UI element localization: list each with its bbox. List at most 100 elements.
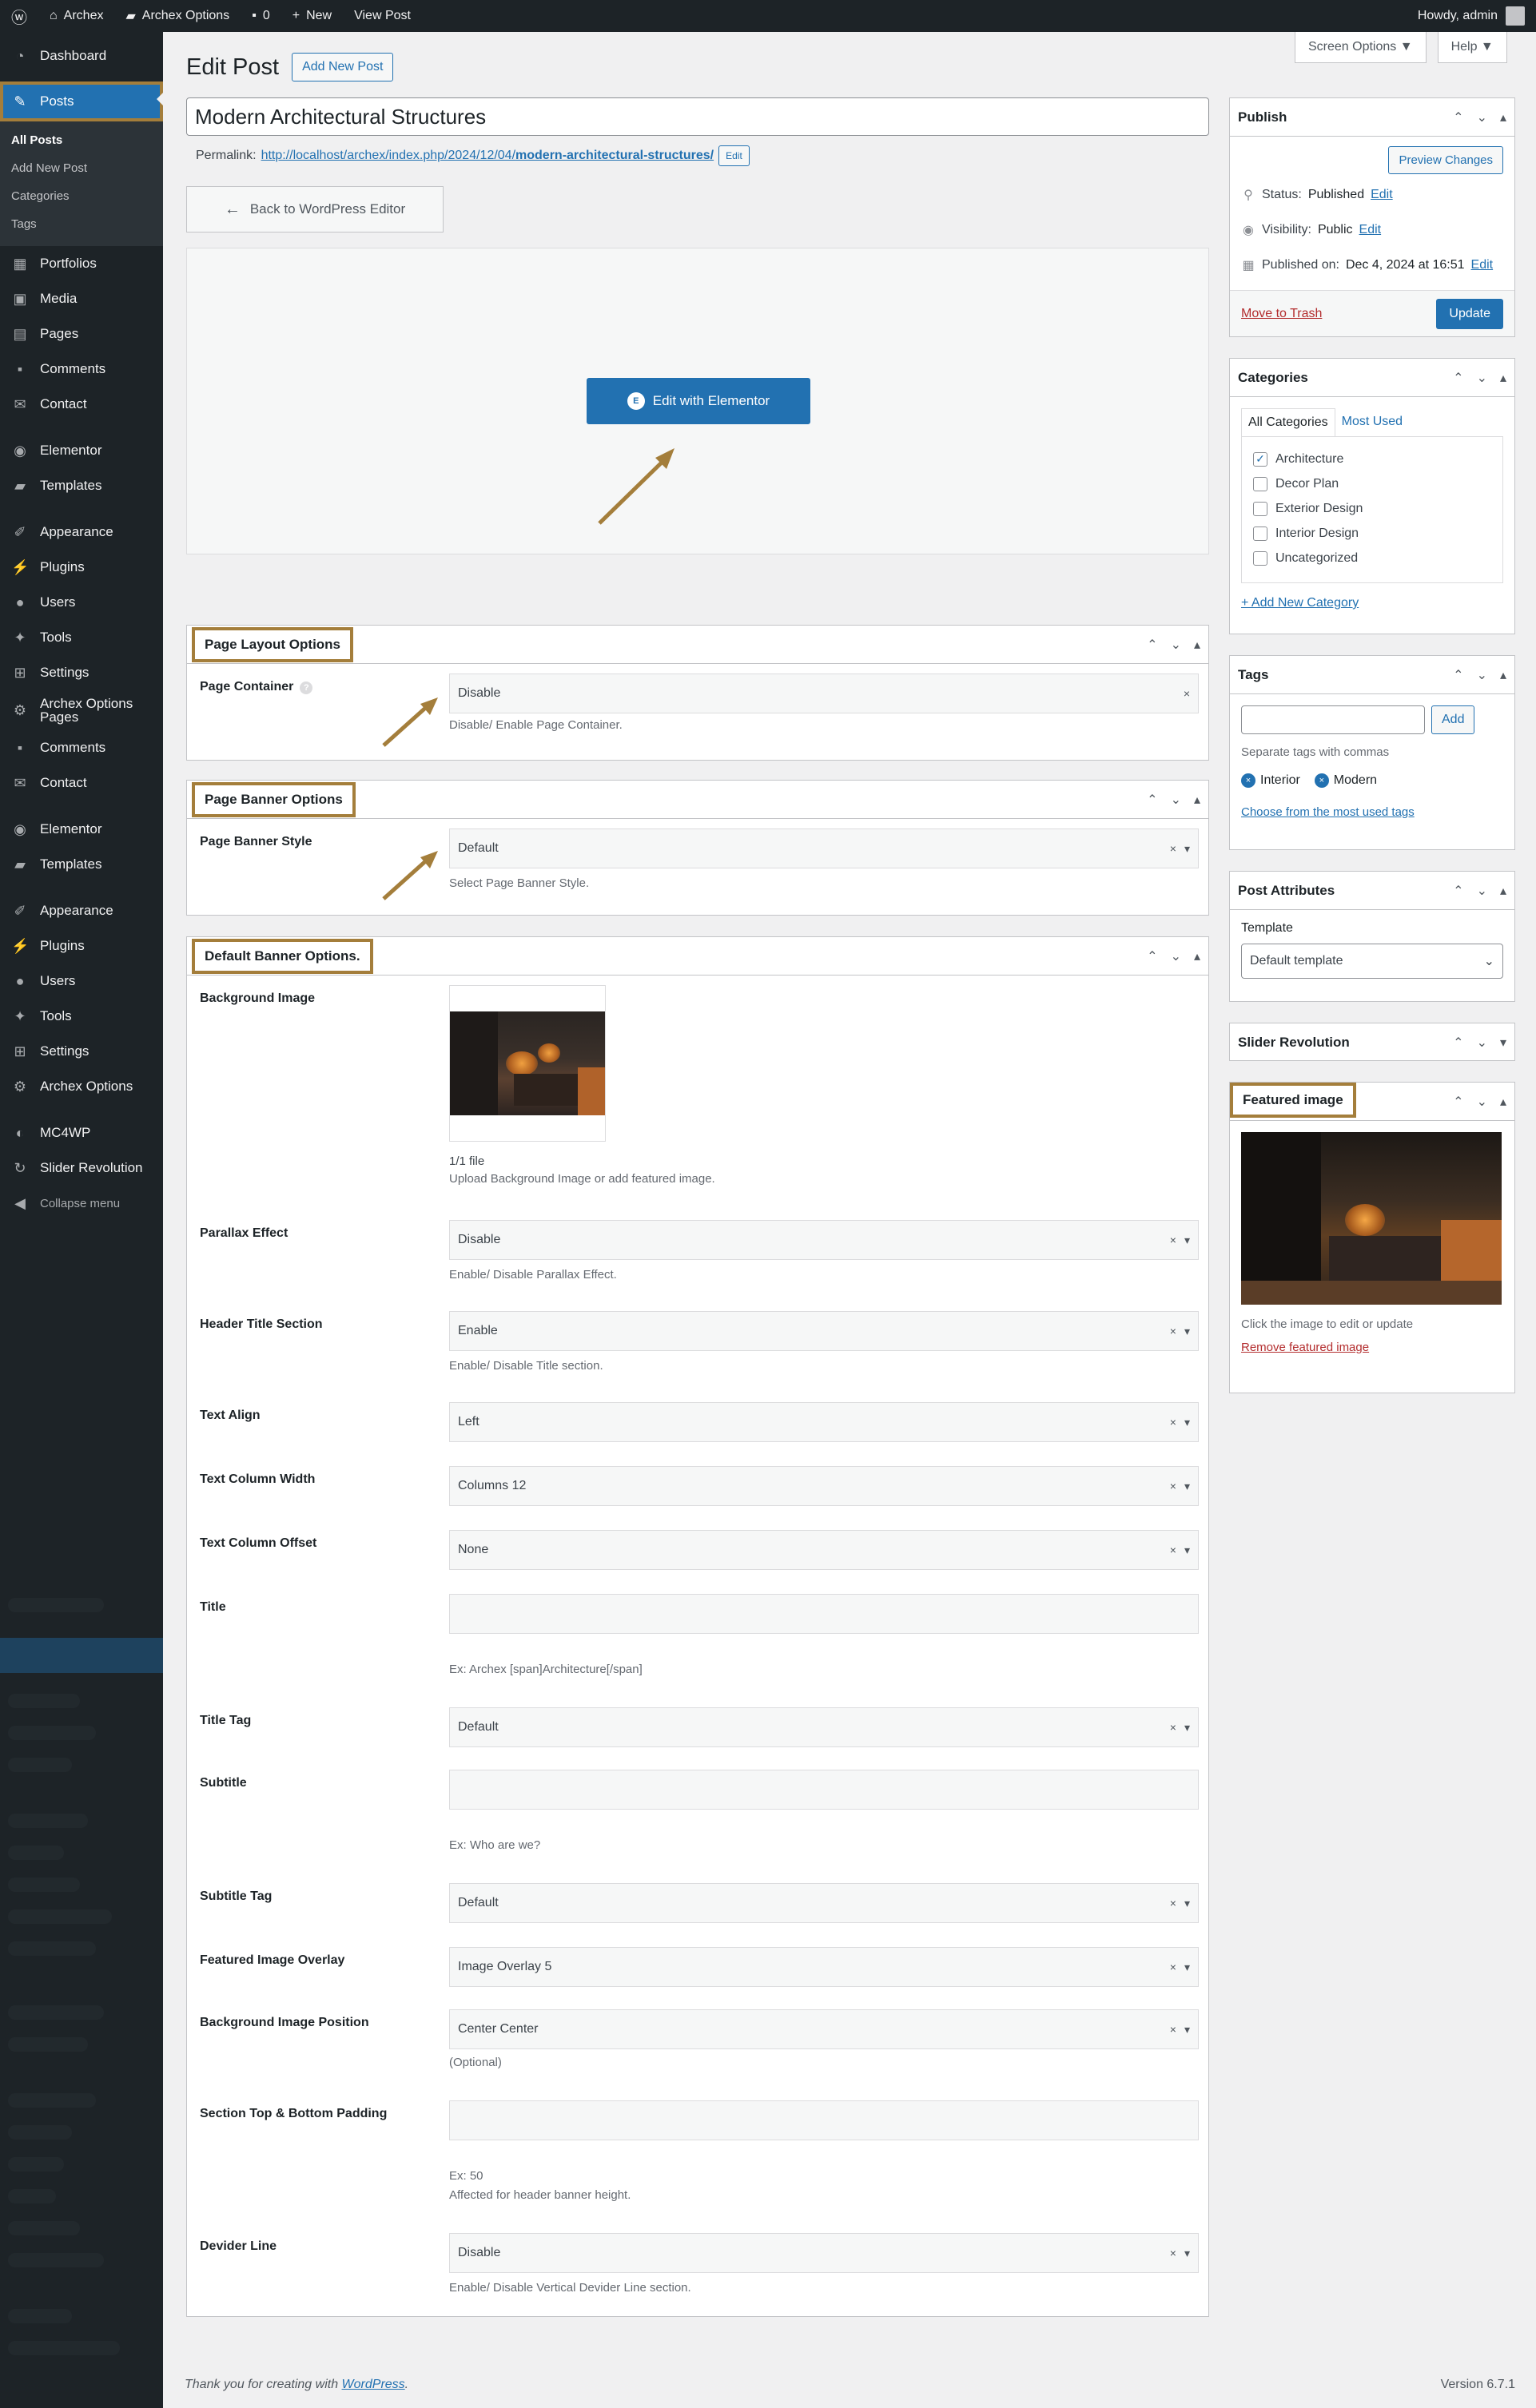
caret-down-icon[interactable]: ▾ (1184, 1897, 1190, 1910)
caret-down-icon[interactable]: ▾ (1184, 2247, 1190, 2260)
menu-posts[interactable]: ✎ Posts (0, 81, 163, 121)
edit-status-link[interactable]: Edit (1371, 188, 1393, 202)
archex-options-link[interactable]: ▰ Archex Options (114, 0, 241, 32)
post-title-input[interactable]: Modern Architectural Structures (186, 97, 1209, 136)
header-title-select[interactable]: Enable × ▾ (449, 1311, 1199, 1351)
chevron-up-icon[interactable]: ⌃ (1453, 883, 1463, 899)
clear-icon[interactable]: × (1170, 842, 1176, 856)
account-menu[interactable]: Howdy, admin (1418, 6, 1536, 26)
remove-featured-image-link[interactable]: Remove featured image (1241, 1341, 1369, 1354)
chevron-up-icon[interactable]: ⌃ (1453, 109, 1463, 125)
menu-media[interactable]: ▣ Media (0, 281, 163, 316)
menu-contact[interactable]: ✉ Contact (0, 387, 163, 422)
wordpress-logo-icon[interactable]: ⓦ (0, 0, 38, 32)
featured-image-thumbnail[interactable] (1241, 1132, 1502, 1305)
menu-plugins-2[interactable]: ⚡ Plugins (0, 928, 163, 964)
submenu-tags[interactable]: Tags (0, 210, 163, 238)
new-content-link[interactable]: + New (281, 0, 343, 32)
clear-icon[interactable]: × (1184, 687, 1190, 700)
tab-all-categories[interactable]: All Categories (1241, 408, 1335, 436)
edit-with-elementor-button[interactable]: E Edit with Elementor (587, 378, 810, 424)
clear-icon[interactable]: × (1170, 2247, 1176, 2260)
menu-users[interactable]: ● Users (0, 585, 163, 620)
help-icon[interactable]: ? (300, 681, 313, 694)
toggle-icon[interactable]: ▾ (1500, 1035, 1506, 1051)
submenu-categories[interactable]: Categories (0, 182, 163, 210)
edit-visibility-link[interactable]: Edit (1359, 223, 1382, 237)
add-new-post-button[interactable]: Add New Post (292, 53, 394, 81)
caret-down-icon[interactable]: ▾ (1184, 1325, 1190, 1338)
category-item[interactable]: Uncategorized (1253, 546, 1491, 570)
toggle-icon[interactable]: ▴ (1500, 1094, 1506, 1110)
permalink-edit-button[interactable]: Edit (718, 145, 750, 166)
chevron-up-icon[interactable]: ⌃ (1147, 948, 1157, 964)
chevron-down-icon[interactable]: ⌄ (1171, 792, 1181, 808)
clear-icon[interactable]: × (1170, 1897, 1176, 1910)
caret-down-icon[interactable]: ▾ (1184, 1961, 1190, 1974)
menu-appearance-2[interactable]: ✐ Appearance (0, 893, 163, 928)
chevron-up-icon[interactable]: ⌃ (1453, 370, 1463, 386)
devider-line-select[interactable]: Disable × ▾ (449, 2233, 1199, 2273)
toggle-icon[interactable]: ▴ (1194, 792, 1200, 808)
wordpress-link[interactable]: WordPress (342, 2378, 405, 2391)
chevron-down-icon[interactable]: ⌄ (1477, 109, 1487, 125)
menu-elementor[interactable]: ◉ Elementor (0, 433, 163, 468)
update-button[interactable]: Update (1436, 298, 1503, 329)
toggle-icon[interactable]: ▴ (1500, 883, 1506, 899)
page-container-select[interactable]: Disable × (449, 674, 1199, 713)
background-image-thumbnail[interactable] (449, 985, 606, 1142)
caret-down-icon[interactable]: ▾ (1184, 1234, 1190, 1247)
submenu-all-posts[interactable]: All Posts (0, 126, 163, 154)
choose-most-used-tags-link[interactable]: Choose from the most used tags (1241, 805, 1415, 819)
submenu-add-new[interactable]: Add New Post (0, 154, 163, 182)
parallax-select[interactable]: Disable × ▾ (449, 1220, 1199, 1260)
edit-date-link[interactable]: Edit (1471, 258, 1494, 272)
help-button[interactable]: Help ▼ (1437, 32, 1507, 63)
caret-down-icon[interactable]: ▾ (1184, 1416, 1190, 1429)
menu-dashboard[interactable]: ◔ Dashboard (0, 40, 163, 72)
clear-icon[interactable]: × (1170, 2023, 1176, 2036)
remove-tag-icon[interactable]: × (1241, 773, 1255, 788)
checkbox-icon[interactable] (1253, 550, 1267, 566)
permalink-link[interactable]: http://localhost/archex/index.php/2024/1… (261, 149, 714, 163)
chevron-down-icon[interactable]: ⌄ (1477, 1035, 1487, 1051)
caret-down-icon[interactable]: ▾ (1184, 2023, 1190, 2036)
caret-down-icon[interactable]: ▾ (1184, 1721, 1190, 1734)
toggle-icon[interactable]: ▴ (1500, 109, 1506, 125)
menu-tools[interactable]: ✦ Tools (0, 620, 163, 655)
tag-input[interactable] (1241, 705, 1425, 734)
title-tag-select[interactable]: Default × ▾ (449, 1707, 1199, 1747)
menu-portfolios[interactable]: ▦ Portfolios (0, 246, 163, 281)
background-position-select[interactable]: Center Center × ▾ (449, 2009, 1199, 2049)
caret-down-icon[interactable]: ▾ (1184, 1544, 1190, 1557)
menu-contact-2[interactable]: ✉ Contact (0, 765, 163, 801)
move-to-trash-link[interactable]: Move to Trash (1241, 307, 1322, 321)
checkbox-icon[interactable] (1253, 526, 1267, 541)
clear-icon[interactable]: × (1170, 1416, 1176, 1429)
screen-options-button[interactable]: Screen Options ▼ (1295, 32, 1427, 63)
chevron-up-icon[interactable]: ⌃ (1147, 792, 1157, 808)
toggle-icon[interactable]: ▴ (1194, 948, 1200, 964)
chevron-up-icon[interactable]: ⌃ (1453, 1035, 1463, 1051)
remove-tag-icon[interactable]: × (1314, 773, 1329, 788)
collapse-menu[interactable]: ◀ Collapse menu (0, 1186, 163, 1221)
menu-comments[interactable]: ▪ Comments (0, 352, 163, 387)
clear-icon[interactable]: × (1170, 1961, 1176, 1974)
chevron-down-icon[interactable]: ⌄ (1171, 948, 1181, 964)
title-input[interactable] (449, 1594, 1199, 1634)
chevron-down-icon[interactable]: ⌄ (1477, 1094, 1487, 1110)
menu-templates[interactable]: ▰ Templates (0, 468, 163, 503)
menu-elementor-2[interactable]: ◉ Elementor (0, 812, 163, 847)
chevron-up-icon[interactable]: ⌃ (1453, 667, 1463, 683)
menu-settings-2[interactable]: ⊞ Settings (0, 1034, 163, 1069)
add-new-category-link[interactable]: + Add New Category (1241, 596, 1359, 610)
menu-settings[interactable]: ⊞ Settings (0, 655, 163, 690)
tab-most-used[interactable]: Most Used (1335, 408, 1409, 436)
chevron-down-icon[interactable]: ⌄ (1171, 637, 1181, 653)
category-item[interactable]: Decor Plan (1253, 471, 1491, 496)
subtitle-input[interactable] (449, 1770, 1199, 1810)
chevron-down-icon[interactable]: ⌄ (1477, 883, 1487, 899)
category-item[interactable]: Exterior Design (1253, 496, 1491, 521)
add-tag-button[interactable]: Add (1431, 705, 1475, 734)
chevron-up-icon[interactable]: ⌃ (1147, 637, 1157, 653)
